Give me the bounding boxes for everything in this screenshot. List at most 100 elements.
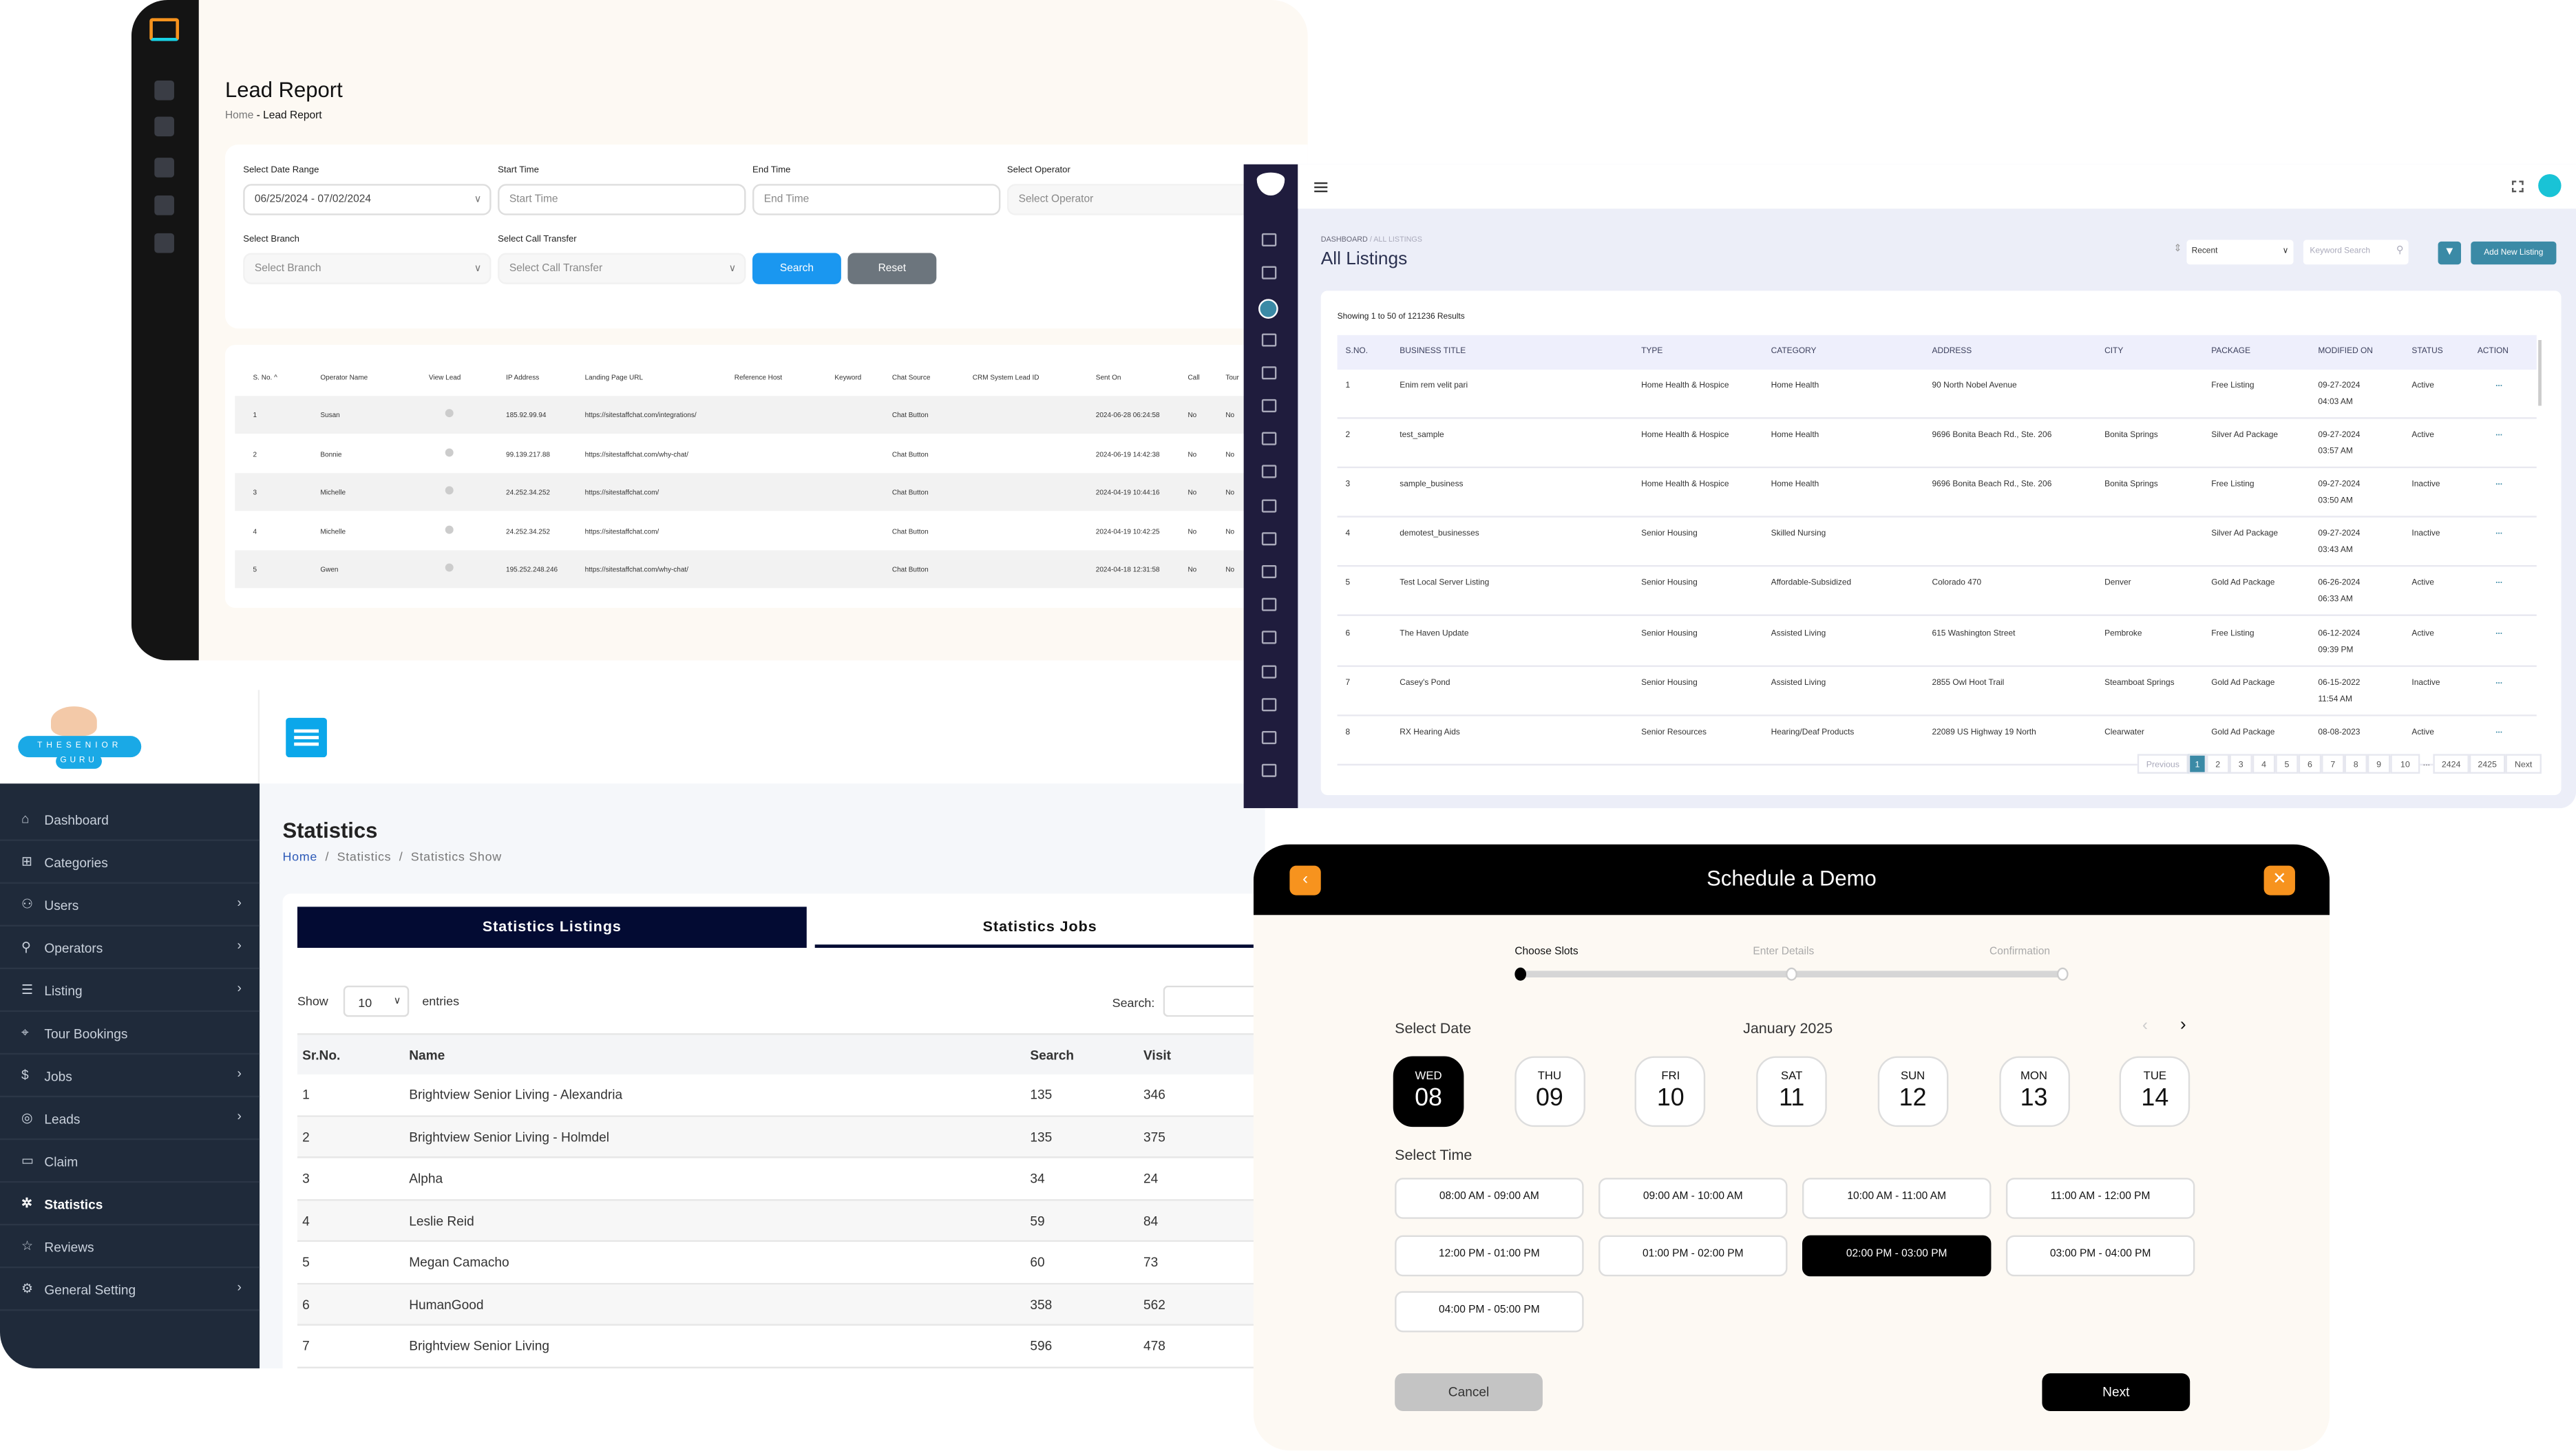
report-icon[interactable] xyxy=(154,158,174,178)
view-lead-eye-icon[interactable] xyxy=(445,447,454,456)
sidebar-item-leads[interactable]: ◎ Leads › xyxy=(0,1097,260,1141)
column-header[interactable]: Keyword xyxy=(834,373,861,381)
column-header[interactable]: PACKAGE xyxy=(2211,347,2250,357)
print-icon[interactable] xyxy=(1261,564,1277,579)
column-header[interactable]: Reference Host xyxy=(735,373,782,381)
fullscreen-icon[interactable] xyxy=(2511,180,2524,193)
operator-select[interactable]: Select Operator xyxy=(1006,184,1256,215)
column-header[interactable]: MODIFIED ON xyxy=(2318,347,2373,357)
time-slot[interactable]: 12:00 PM - 01:00 PM xyxy=(1395,1234,1584,1276)
view-lead-eye-icon[interactable] xyxy=(445,564,454,573)
column-header[interactable]: Landing Page URL xyxy=(585,373,643,381)
time-slot[interactable]: 11:00 AM - 12:00 PM xyxy=(2005,1178,2195,1219)
sidebar-item-listing[interactable]: ☰ Listing › xyxy=(0,969,260,1013)
print-icon[interactable] xyxy=(1261,531,1277,545)
pagination-9[interactable]: 9 xyxy=(2367,754,2391,774)
sidebar-item-claim[interactable]: ▭ Claim xyxy=(0,1140,260,1183)
search-button[interactable]: Search xyxy=(752,253,841,284)
column-header[interactable]: TYPE xyxy=(1641,347,1662,357)
column-header[interactable]: IP Address xyxy=(506,373,539,381)
column-header[interactable]: ACTION xyxy=(2478,347,2509,357)
sidebar-item-dashboard[interactable]: ⌂ Dashboard xyxy=(0,798,260,841)
column-header[interactable]: CITY xyxy=(2104,347,2123,357)
start-time-input[interactable]: Start Time xyxy=(498,184,746,215)
sidebar-item-categories[interactable]: ⊞ Categories xyxy=(0,841,260,884)
action-menu-button[interactable]: ... xyxy=(2495,578,2502,587)
pagination-2[interactable]: 2 xyxy=(2206,754,2230,774)
car-icon[interactable] xyxy=(1261,631,1277,645)
date-option-12[interactable]: SUN 12 xyxy=(1877,1056,1948,1127)
column-header[interactable]: STATUS xyxy=(2411,347,2442,357)
action-menu-button[interactable]: ... xyxy=(2495,676,2502,686)
column-header[interactable]: Chat Source xyxy=(892,373,931,381)
pagination-2424[interactable]: 2424 xyxy=(2433,754,2469,774)
breadcrumb-dashboard[interactable]: DASHBOARD xyxy=(1321,235,1368,243)
action-menu-button[interactable]: ... xyxy=(2495,478,2502,488)
hamburger-menu-button[interactable] xyxy=(286,717,327,758)
calendar-icon[interactable] xyxy=(1261,498,1277,512)
book-icon[interactable] xyxy=(1261,465,1277,479)
sidebar-item-reviews[interactable]: ☆ Reviews xyxy=(0,1225,260,1269)
add-new-listing-button[interactable]: Add New Listing xyxy=(2471,241,2557,265)
column-header[interactable]: S. No. ^ xyxy=(253,373,277,381)
column-search[interactable]: Search xyxy=(1030,1048,1074,1063)
date-option-09[interactable]: THU 09 xyxy=(1514,1056,1585,1127)
store-icon[interactable] xyxy=(1261,730,1277,745)
mail-icon[interactable] xyxy=(1261,697,1277,711)
pagination-previous[interactable]: Previous xyxy=(2137,754,2188,774)
dashboard-icon[interactable] xyxy=(1261,233,1277,246)
list-icon[interactable] xyxy=(154,195,174,215)
time-slot[interactable]: 08:00 AM - 09:00 AM xyxy=(1395,1178,1584,1219)
close-button[interactable]: ✕ xyxy=(2263,865,2295,896)
building-icon[interactable] xyxy=(1261,266,1277,280)
play-icon[interactable] xyxy=(1261,366,1277,379)
report-icon[interactable] xyxy=(1261,764,1277,778)
column-header[interactable]: S.NO. xyxy=(1346,347,1369,357)
pagination-1[interactable]: 1 xyxy=(2188,754,2207,774)
action-menu-button[interactable]: ... xyxy=(2495,626,2502,636)
time-slot[interactable]: 09:00 AM - 10:00 AM xyxy=(1598,1178,1788,1219)
sidebar-item-users[interactable]: ⚇ Users › xyxy=(0,884,260,926)
column-header[interactable]: CRM System Lead ID xyxy=(973,373,1039,381)
time-slot[interactable]: 04:00 PM - 05:00 PM xyxy=(1395,1291,1584,1333)
time-slot[interactable]: 03:00 PM - 04:00 PM xyxy=(2005,1234,2195,1276)
breadcrumb-home[interactable]: Home xyxy=(282,849,317,864)
action-menu-button[interactable]: ... xyxy=(2495,726,2502,735)
file-icon[interactable] xyxy=(1261,432,1277,446)
breadcrumb-home[interactable]: Home xyxy=(225,110,253,122)
entries-select[interactable]: 10 ∨ xyxy=(343,985,410,1017)
dashboard-icon[interactable] xyxy=(154,80,174,100)
pagination-6[interactable]: 6 xyxy=(2298,754,2322,774)
sidebar-item-operators[interactable]: ⚲ Operators › xyxy=(0,926,260,970)
action-menu-button[interactable]: ... xyxy=(2495,379,2502,389)
column-header[interactable]: Sent On xyxy=(1096,373,1121,381)
end-time-input[interactable]: End Time xyxy=(752,184,1001,215)
time-slot[interactable]: 10:00 AM - 11:00 AM xyxy=(1802,1178,1992,1219)
column-sr-no[interactable]: Sr.No. xyxy=(302,1048,340,1063)
reset-button[interactable]: Reset xyxy=(847,253,937,284)
keyword-search-input[interactable]: Keyword Search ⚲ xyxy=(2303,240,2409,265)
column-header[interactable]: BUSINESS TITLE xyxy=(1400,347,1466,357)
column-header[interactable]: Operator Name xyxy=(320,373,368,381)
date-option-14[interactable]: TUE 14 xyxy=(2120,1056,2190,1127)
call-transfer-select[interactable]: Select Call Transfer ∨ xyxy=(498,253,746,284)
column-header[interactable]: Tour xyxy=(1225,373,1238,381)
pagination-8[interactable]: 8 xyxy=(2344,754,2367,774)
pagination-5[interactable]: 5 xyxy=(2275,754,2299,774)
branch-select[interactable]: Select Branch ∨ xyxy=(243,253,492,284)
time-slot[interactable]: 01:00 PM - 02:00 PM xyxy=(1598,1234,1788,1276)
sidebar-item-tour-bookings[interactable]: ⌖ Tour Bookings xyxy=(0,1012,260,1055)
view-lead-eye-icon[interactable] xyxy=(445,409,454,418)
pagination-4[interactable]: 4 xyxy=(2252,754,2276,774)
time-slot[interactable]: 02:00 PM - 03:00 PM xyxy=(1802,1234,1992,1276)
pagination-next[interactable]: Next xyxy=(2505,754,2542,774)
filter-button[interactable]: ▼ xyxy=(2438,241,2461,265)
tab-statistics-listings[interactable]: Statistics Listings xyxy=(297,907,807,949)
pagination-10[interactable]: 10 xyxy=(2390,754,2420,774)
date-option-11[interactable]: SAT 11 xyxy=(1756,1056,1828,1127)
date-option-08[interactable]: WED 08 xyxy=(1393,1056,1464,1127)
sidebar-item-general-setting[interactable]: ⚙ General Setting › xyxy=(0,1268,260,1311)
column-header[interactable]: CATEGORY xyxy=(1771,347,1817,357)
prev-week-button[interactable]: ‹ xyxy=(2142,1017,2148,1035)
action-menu-button[interactable]: ... xyxy=(2495,429,2502,438)
